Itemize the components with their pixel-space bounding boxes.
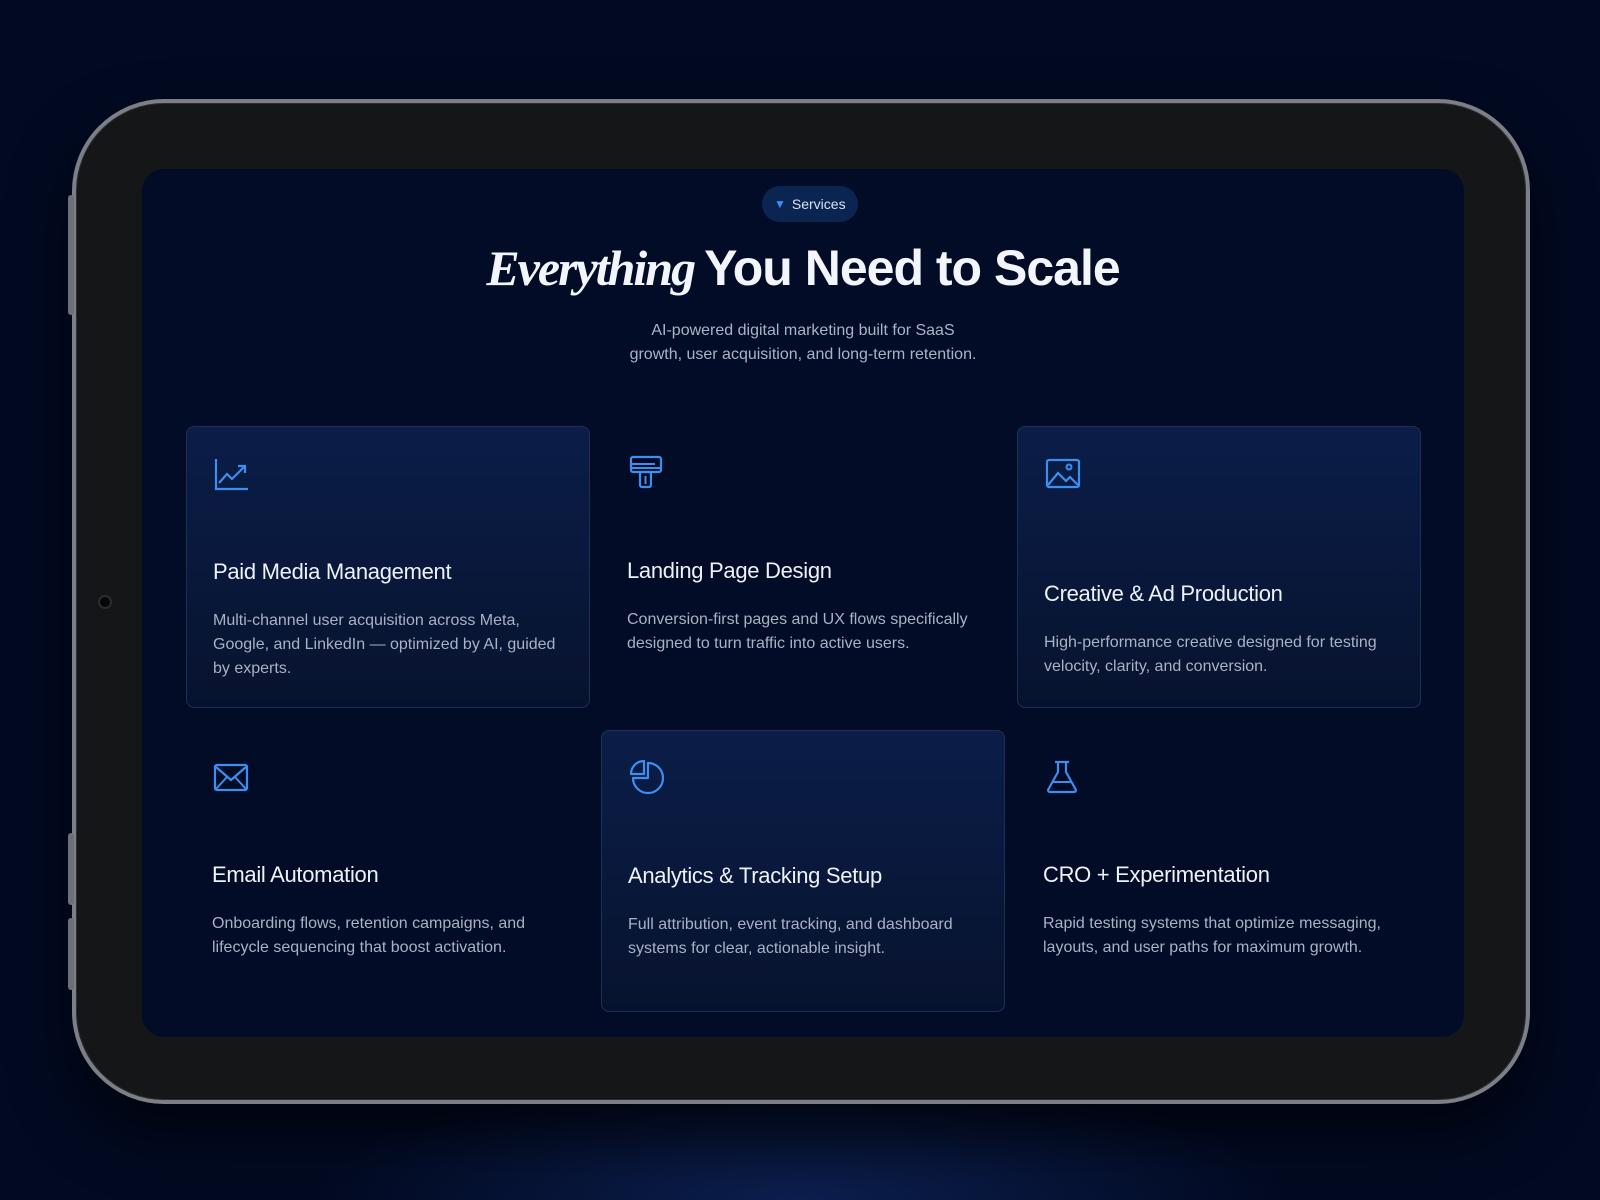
side-button [68, 833, 74, 905]
service-title: Email Automation [212, 862, 379, 887]
service-description: Rapid testing systems that optimize mess… [1043, 915, 1381, 956]
service-description: High-performance creative designed for t… [1044, 634, 1377, 675]
page-title: Everything You Need to Scale [142, 239, 1464, 297]
service-card-creative[interactable]: Creative & Ad Production High-performanc… [1017, 426, 1421, 708]
service-description: Conversion-first pages and UX flows spec… [627, 611, 968, 652]
paint-roller-icon [629, 455, 663, 489]
service-card-analytics[interactable]: Analytics & Tracking Setup Full attribut… [601, 730, 1005, 1012]
pie-chart-icon [629, 759, 665, 795]
trend-chart-icon [214, 459, 248, 491]
service-description: Onboarding flows, retention campaigns, a… [212, 915, 526, 956]
service-title: Creative & Ad Production [1044, 581, 1283, 606]
image-icon [1045, 458, 1081, 489]
service-card-landing-page[interactable]: Landing Page Design Conversion-first pag… [601, 426, 1005, 708]
badge-label: Services [791, 196, 846, 212]
service-card-cro[interactable]: CRO + Experimentation Rapid testing syst… [1017, 730, 1421, 1012]
title-rest: You Need to Scale [704, 240, 1121, 296]
service-title: Analytics & Tracking Setup [628, 863, 882, 888]
service-title: Landing Page Design [627, 558, 832, 583]
page-subtitle: AI-powered digital marketing built for S… [553, 319, 1053, 367]
screen: ▼ Services Everything You Need to Scale A… [142, 169, 1464, 1037]
envelope-icon [213, 763, 249, 792]
service-card-email[interactable]: Email Automation Onboarding flows, reten… [186, 730, 590, 1012]
services-badge: ▼ Services [762, 186, 858, 222]
side-button [68, 918, 74, 990]
service-description: Multi-channel user acquisition across Me… [213, 612, 556, 677]
service-card-paid-media[interactable]: Paid Media Management Multi-channel user… [186, 426, 590, 708]
subtitle-line: growth, user acquisition, and long-term … [629, 346, 977, 363]
volume-button [68, 195, 74, 315]
flask-icon [1046, 760, 1078, 794]
subtitle-line: AI-powered digital marketing built for S… [651, 322, 955, 339]
title-italic: Everything [486, 240, 696, 296]
service-title: Paid Media Management [213, 559, 452, 584]
triangle-down-icon: ▼ [774, 197, 786, 211]
tablet-frame: ▼ Services Everything You Need to Scale A… [68, 99, 1530, 1104]
service-description: Full attribution, event tracking, and da… [628, 916, 953, 957]
camera [98, 595, 112, 609]
service-title: CRO + Experimentation [1043, 862, 1270, 887]
